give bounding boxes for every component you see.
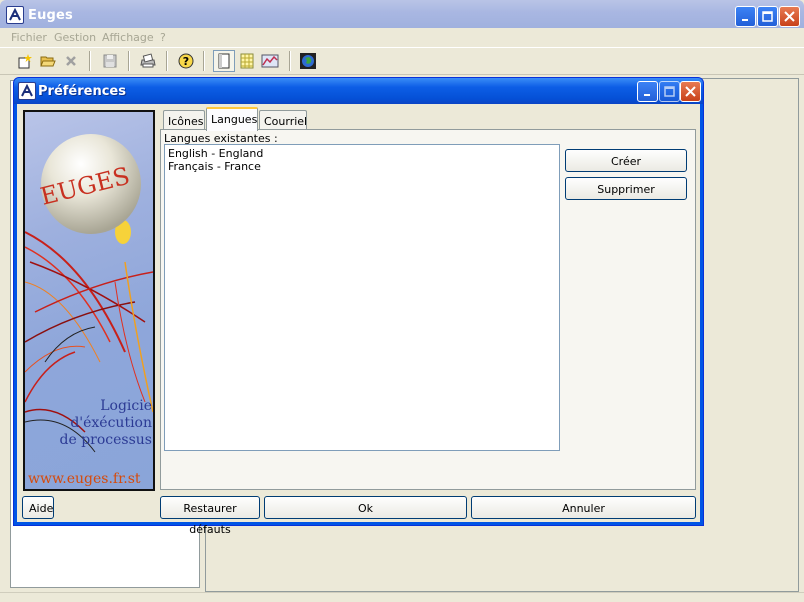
window-title: Euges	[28, 8, 73, 23]
dialog-title: Préférences	[38, 84, 126, 99]
minimize-button[interactable]	[735, 6, 756, 27]
toolbar-separator	[166, 51, 168, 71]
tab-courriel[interactable]: Courriel	[259, 110, 307, 130]
dialog-minimize-button[interactable]	[637, 81, 658, 102]
toolbar-separator	[289, 51, 291, 71]
delete-icon[interactable]	[60, 50, 82, 72]
chart-view-icon[interactable]	[259, 50, 281, 72]
cancel-button[interactable]: Annuler	[471, 496, 696, 519]
help-icon[interactable]: ?	[175, 50, 197, 72]
restore-defaults-button[interactable]: Restaurer défauts	[160, 496, 260, 536]
delete-language-button[interactable]: Supprimer	[565, 177, 687, 200]
dialog-close-button[interactable]	[680, 81, 701, 102]
print-icon[interactable]	[137, 50, 159, 72]
grid-view-icon[interactable]	[236, 50, 258, 72]
list-item[interactable]: English - England	[168, 147, 263, 160]
dialog-app-icon[interactable]	[18, 82, 36, 100]
splash-tagline-3: de processus	[59, 432, 152, 448]
ok-button[interactable]: Ok	[264, 496, 467, 519]
close-button[interactable]	[779, 6, 800, 27]
splash-tagline-1: Logicie	[100, 398, 152, 414]
menu-affichage[interactable]: Affichage	[102, 31, 154, 44]
toolbar-separator	[203, 51, 205, 71]
menu-fichier[interactable]: Fichier	[11, 31, 47, 44]
splash-tagline-2: d'éxécution	[70, 415, 152, 431]
save-icon[interactable]	[99, 50, 121, 72]
menu-gestion[interactable]: Gestion	[54, 31, 96, 44]
menu-help[interactable]: ?	[160, 31, 166, 44]
main-titlebar	[0, 0, 804, 30]
create-button[interactable]: Créer	[565, 149, 687, 172]
new-document-icon[interactable]	[14, 50, 36, 72]
help-button[interactable]: Aide	[22, 496, 54, 519]
maximize-button[interactable]	[757, 6, 778, 27]
tab-icones[interactable]: Icônes	[163, 110, 205, 130]
toolbar-separator	[89, 51, 91, 71]
euges-splash-image: EUGES Logicie d'éxécution de processus w…	[23, 110, 155, 491]
list-item[interactable]: Français - France	[168, 160, 261, 173]
dialog-maximize-button[interactable]	[659, 81, 680, 102]
open-folder-icon[interactable]	[37, 50, 59, 72]
euges-app-icon[interactable]	[6, 6, 24, 24]
splash-url: www.euges.fr.st	[28, 471, 141, 487]
languages-listbox[interactable]: English - England Français - France	[164, 144, 560, 451]
svg-text:?: ?	[183, 55, 189, 68]
toolbar-separator	[128, 51, 130, 71]
page-view-icon[interactable]	[213, 50, 235, 72]
globe-icon[interactable]	[297, 50, 319, 72]
status-bar	[0, 592, 804, 602]
tab-langues[interactable]: Langues	[206, 107, 258, 131]
